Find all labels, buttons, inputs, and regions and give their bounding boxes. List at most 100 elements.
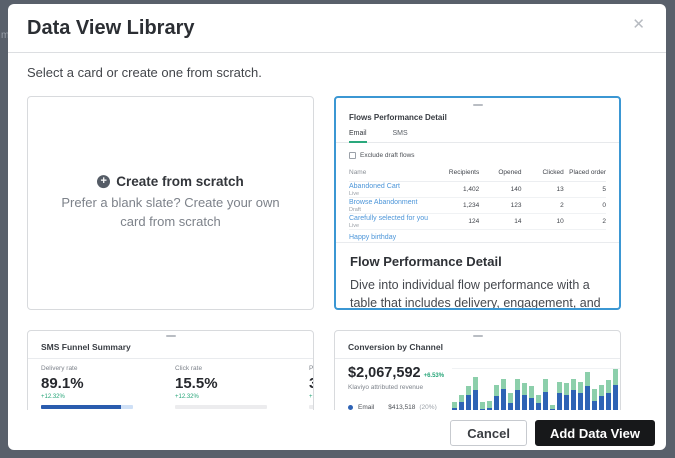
flow-card-info: Flow Performance Detail Dive into indivi… xyxy=(336,243,619,310)
flow-link: Happy birthday xyxy=(349,234,437,241)
modal-subtitle: Select a card or create one from scratch… xyxy=(27,65,262,80)
metric-label: Click rate xyxy=(175,365,309,372)
chart-bar xyxy=(487,401,492,411)
legend-row-email: Email $413,518 (20%) xyxy=(348,404,452,410)
sms-funnel-card[interactable]: SMS Funnel Summary Delivery rate 89.1% +… xyxy=(27,330,314,410)
cell: 124 xyxy=(437,218,479,225)
cell: 10 xyxy=(522,218,564,225)
conversion-title: Conversion by Channel xyxy=(348,342,607,352)
conversion-by-channel-card[interactable]: Conversion by Channel $2,067,592 +6.53% … xyxy=(334,330,621,410)
card-grid: + Create from scratch Prefer a blank sla… xyxy=(27,96,623,410)
cell: 1,402 xyxy=(437,186,479,193)
exclude-draft-flows-checkbox-row: Exclude draft flows xyxy=(349,152,606,159)
metric-value: 15.5% xyxy=(175,375,309,392)
screen: m Data View Library ✕ Select a card or c… xyxy=(0,0,675,458)
conversion-body: $2,067,592 +6.53% Klaviyo attributed rev… xyxy=(335,365,620,410)
cell: 140 xyxy=(479,186,521,193)
chart-bar xyxy=(494,385,499,410)
create-from-scratch-title: + Create from scratch xyxy=(53,174,289,189)
data-view-library-modal: Data View Library ✕ Select a card or cre… xyxy=(8,4,666,450)
legend-value: $413,518 xyxy=(388,404,415,410)
flow-link: Abandoned Cart xyxy=(349,183,437,190)
sms-funnel-title: SMS Funnel Summary xyxy=(41,342,300,352)
flow-performance-preview: Flows Performance Detail Email SMS Exclu… xyxy=(336,98,619,243)
chart-bar xyxy=(571,379,576,410)
flow-card-description: Dive into individual flow performance wi… xyxy=(350,277,605,310)
flow-card-title: Flow Performance Detail xyxy=(350,254,605,269)
flow-status: Draft xyxy=(349,207,437,213)
preview-tabs: Email SMS xyxy=(336,130,619,143)
drag-handle-icon xyxy=(473,104,483,106)
chart-bar xyxy=(522,383,527,410)
stacked-bar-chart xyxy=(452,368,620,410)
col-name: Name xyxy=(349,169,437,176)
create-from-scratch-card[interactable]: + Create from scratch Prefer a blank sla… xyxy=(27,96,314,310)
cell: 14 xyxy=(479,218,521,225)
metric-value: 3 xyxy=(309,375,314,392)
chart-bar xyxy=(501,379,506,410)
checkbox-icon xyxy=(349,152,356,159)
chart-bar xyxy=(564,383,569,410)
metric-clipped: P 3 +1 xyxy=(309,365,314,409)
metric-delta: +12.32% xyxy=(175,394,309,400)
col-opened: Opened xyxy=(479,169,521,176)
modal-title: Data View Library xyxy=(27,17,194,40)
plus-icon: + xyxy=(97,175,110,188)
revenue-delta: +6.53% xyxy=(424,373,445,379)
metric-value: 89.1% xyxy=(41,375,175,392)
chart-bar xyxy=(585,372,590,411)
flow-status: Live xyxy=(349,191,437,197)
conversion-summary: $2,067,592 +6.53% Klaviyo attributed rev… xyxy=(348,365,452,410)
divider xyxy=(28,358,313,359)
flow-performance-card[interactable]: Flows Performance Detail Email SMS Exclu… xyxy=(334,96,621,310)
tab-email: Email xyxy=(349,130,367,143)
revenue-subtitle: Klaviyo attributed revenue xyxy=(348,384,452,391)
legend-label: Email xyxy=(358,404,374,410)
table-row: Happy birthday xyxy=(349,230,606,243)
tab-sms: SMS xyxy=(393,130,408,142)
chart-bar xyxy=(613,369,618,410)
create-from-scratch-content: + Create from scratch Prefer a blank sla… xyxy=(53,174,289,232)
modal-header: Data View Library ✕ xyxy=(8,4,666,53)
revenue-value: $2,067,592 xyxy=(348,365,421,381)
chart-bar xyxy=(543,379,548,410)
chart-bar xyxy=(592,389,597,410)
flow-link: Carefully selected for you xyxy=(349,215,437,222)
table-row: Carefully selected for you Live 124 14 1… xyxy=(349,214,606,230)
flow-status: Live xyxy=(349,223,437,229)
chart-bar xyxy=(459,395,464,410)
table-header: Name Recipients Opened Clicked Placed or… xyxy=(349,169,606,182)
create-from-scratch-description: Prefer a blank slate? Create your own ca… xyxy=(53,194,289,232)
metric-label: Delivery rate xyxy=(41,365,175,372)
col-clicked: Clicked xyxy=(522,169,564,176)
cell: 2 xyxy=(522,202,564,209)
cell: 0 xyxy=(564,202,606,209)
divider xyxy=(335,358,620,359)
legend-dot-icon xyxy=(348,405,353,410)
chart-bar xyxy=(473,377,478,410)
modal-footer: Cancel Add Data View xyxy=(450,420,655,446)
metric-label: P xyxy=(309,365,314,372)
cell: 1,234 xyxy=(437,202,479,209)
progress-bar xyxy=(309,405,314,409)
create-from-scratch-label: Create from scratch xyxy=(116,174,244,189)
cell: 13 xyxy=(522,186,564,193)
add-data-view-button[interactable]: Add Data View xyxy=(535,420,655,446)
chart-bar xyxy=(508,393,513,410)
drag-handle-icon xyxy=(473,335,483,337)
flow-link: Browse Abandonment xyxy=(349,199,437,206)
chart-bar xyxy=(452,402,457,410)
cell: 123 xyxy=(479,202,521,209)
legend-share: (20%) xyxy=(419,404,436,410)
cancel-button[interactable]: Cancel xyxy=(450,420,527,446)
conversion-header: Conversion by Channel xyxy=(335,331,620,352)
preview-title: Flows Performance Detail xyxy=(349,113,606,122)
close-icon[interactable]: ✕ xyxy=(632,17,645,32)
chart-bar xyxy=(557,382,562,410)
sms-funnel-header: SMS Funnel Summary xyxy=(28,331,313,352)
metric-delta: +12.32% xyxy=(41,394,175,400)
table-row: Abandoned Cart Live 1,402 140 13 5 xyxy=(349,182,606,198)
chart-bar xyxy=(536,395,541,410)
chart-bar xyxy=(606,380,611,410)
col-recipients: Recipients xyxy=(437,169,479,176)
